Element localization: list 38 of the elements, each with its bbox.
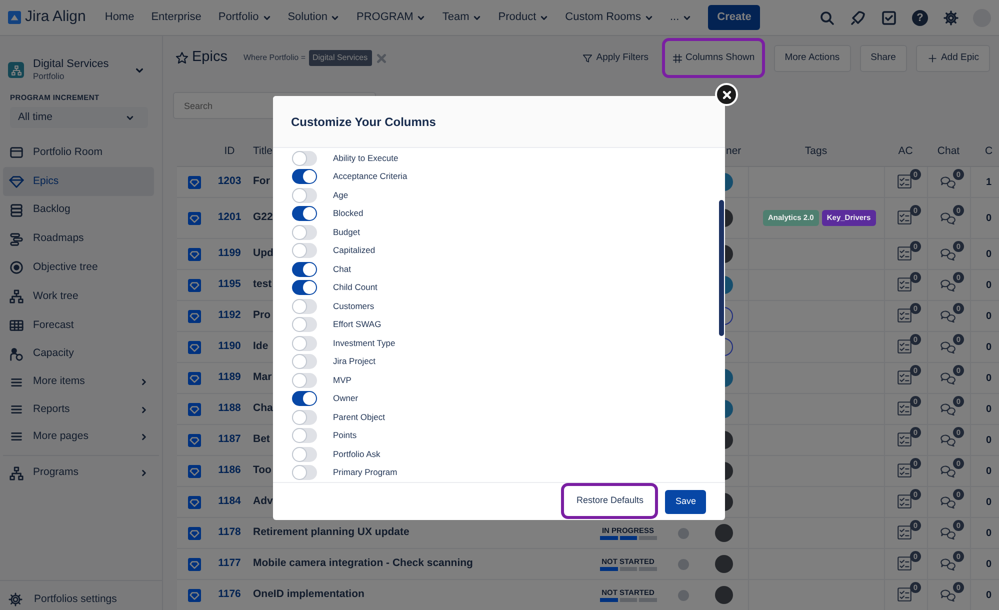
- column-label: Ability to Execute: [333, 152, 398, 165]
- column-label: Jira Project: [333, 355, 376, 368]
- column-label: Effort SWAG: [333, 318, 382, 332]
- column-label: Capitalized: [333, 244, 376, 258]
- column-label: Acceptance Criteria: [333, 170, 408, 184]
- child-count: 0: [985, 558, 992, 572]
- child-count: 0: [985, 372, 992, 386]
- column-label: Parent Object: [333, 410, 385, 424]
- column-label: Blocked: [333, 207, 364, 220]
- child-count: 0: [985, 278, 992, 292]
- child-count: 0: [985, 526, 992, 540]
- child-count: 0: [985, 248, 992, 262]
- child-count: 0: [985, 588, 992, 602]
- column-label: Child Count: [333, 281, 378, 294]
- column-label: Investment Type: [333, 336, 396, 350]
- column-label: Portfolio Ask: [333, 448, 380, 461]
- column-label: Budget: [333, 226, 360, 239]
- child-count: 0: [985, 310, 992, 324]
- column-label: Customers: [333, 300, 374, 313]
- filter-label: Where Portfolio =: [243, 52, 306, 64]
- column-label: Chat: [333, 262, 351, 276]
- context-title: Digital Services: [33, 58, 109, 71]
- filter-chip: Digital Services: [308, 50, 372, 66]
- child-count: 1: [985, 176, 992, 190]
- child-count: 0: [985, 402, 992, 416]
- column-label: Primary Program: [333, 466, 398, 480]
- child-count: 0: [985, 212, 992, 226]
- child-count: 0: [985, 340, 992, 354]
- child-count: 0: [985, 496, 992, 510]
- column-label: MVP: [333, 374, 352, 387]
- column-label: Points: [333, 429, 357, 442]
- app-name: Jira Align: [25, 7, 86, 28]
- column-label: Age: [333, 188, 348, 202]
- context-subtitle: Portfolio: [33, 71, 66, 82]
- page-title: Epics: [192, 48, 228, 68]
- column-label: Owner: [333, 392, 358, 406]
- child-count: 0: [985, 464, 992, 478]
- child-count: 0: [985, 434, 992, 448]
